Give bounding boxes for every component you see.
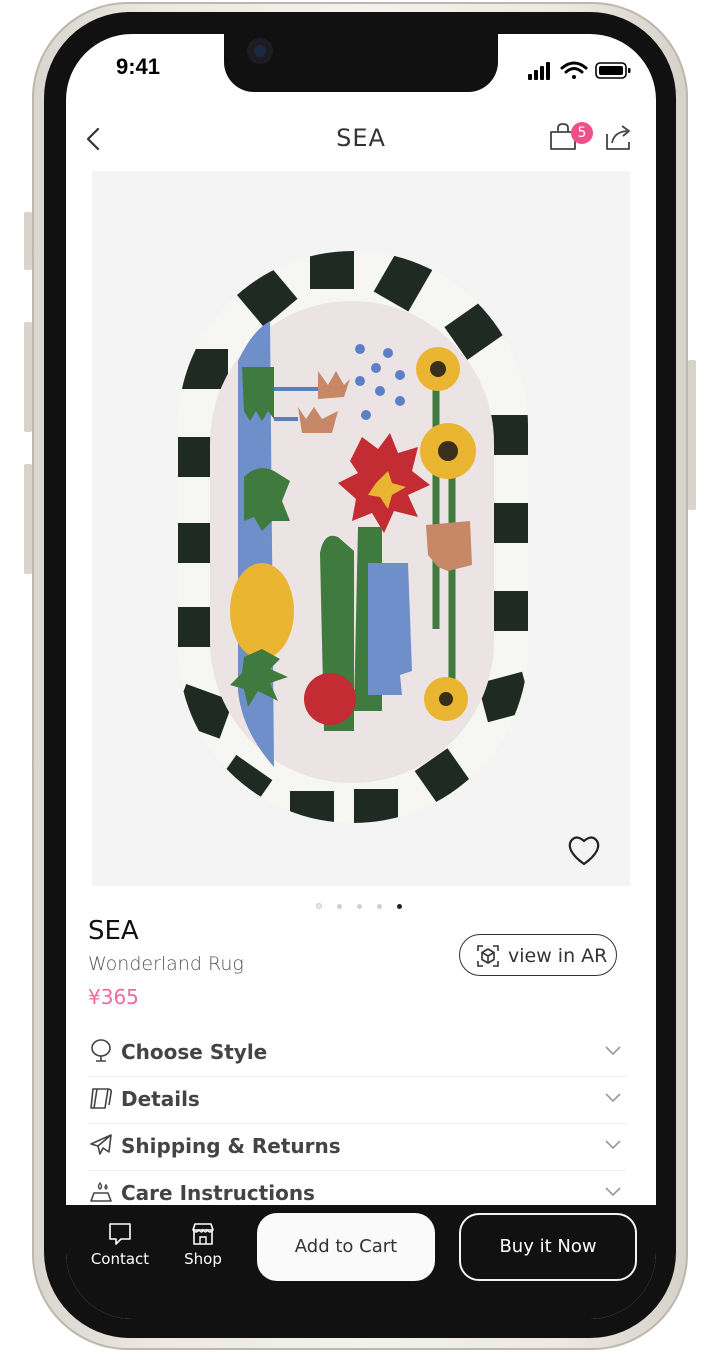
pagination-dot[interactable] <box>377 904 382 909</box>
status-icons <box>528 60 632 82</box>
chevron-down-icon <box>605 1046 621 1056</box>
product-price: ¥365 <box>88 985 139 1009</box>
wifi-icon <box>560 61 588 79</box>
product-image-gallery[interactable] <box>92 171 630 886</box>
rug-image <box>178 251 528 823</box>
accordion-shipping-returns[interactable]: Shipping & Returns <box>88 1123 626 1171</box>
accordion-choose-style[interactable]: Choose Style <box>88 1029 626 1077</box>
add-to-cart-button[interactable]: Add to Cart <box>257 1213 435 1281</box>
heart-icon <box>568 836 600 866</box>
accordion-label: Details <box>121 1087 200 1111</box>
accordion-label: Shipping & Returns <box>121 1134 341 1158</box>
phone-volume-up-button <box>24 322 32 432</box>
favorite-button[interactable] <box>566 833 602 867</box>
phone-side-button <box>24 212 32 270</box>
gallery-pagination <box>316 894 417 909</box>
mirror-icon <box>91 1039 111 1062</box>
chat-icon <box>109 1223 131 1245</box>
accordion-label: Choose Style <box>121 1040 268 1064</box>
view-in-ar-button[interactable]: view in AR <box>459 934 617 976</box>
pagination-dot[interactable] <box>337 904 342 909</box>
bottom-action-bar: Contact Shop Add to Cart Buy it Now <box>66 1205 656 1319</box>
shop-label: Shop <box>184 1250 222 1268</box>
pagination-dot[interactable] <box>357 904 362 909</box>
contact-label: Contact <box>90 1250 150 1268</box>
chevron-down-icon <box>605 1187 621 1197</box>
ar-cube-icon <box>477 945 499 967</box>
contact-tab[interactable]: Contact <box>90 1219 150 1269</box>
rug-roll-icon <box>90 1088 112 1109</box>
accordion-label: Care Instructions <box>121 1181 315 1205</box>
front-camera <box>247 38 273 64</box>
share-button[interactable] <box>604 124 634 152</box>
chevron-down-icon <box>605 1093 621 1103</box>
pagination-dot[interactable] <box>316 903 322 909</box>
status-time: 9:41 <box>116 54 161 79</box>
care-icon <box>90 1181 112 1202</box>
signal-icon <box>528 62 550 80</box>
screen: 9:41 SEA 5 SEA Wonderland Rug ¥365 view … <box>66 34 656 1319</box>
battery-icon <box>595 62 631 79</box>
phone-power-button <box>688 360 696 510</box>
product-name: SEA <box>88 916 139 946</box>
shop-tab[interactable]: Shop <box>173 1219 233 1269</box>
notch <box>224 34 498 92</box>
cart-count-badge: 5 <box>571 122 593 144</box>
phone-volume-down-button <box>24 464 32 574</box>
pagination-dot-active[interactable] <box>397 904 402 909</box>
buy-now-button[interactable]: Buy it Now <box>459 1213 637 1281</box>
view-in-ar-label: view in AR <box>508 945 608 967</box>
airplane-icon <box>90 1134 112 1155</box>
accordion-details[interactable]: Details <box>88 1076 626 1124</box>
share-icon <box>606 125 630 150</box>
store-icon <box>192 1223 214 1245</box>
chevron-down-icon <box>605 1140 621 1150</box>
product-subtitle: Wonderland Rug <box>88 953 244 975</box>
